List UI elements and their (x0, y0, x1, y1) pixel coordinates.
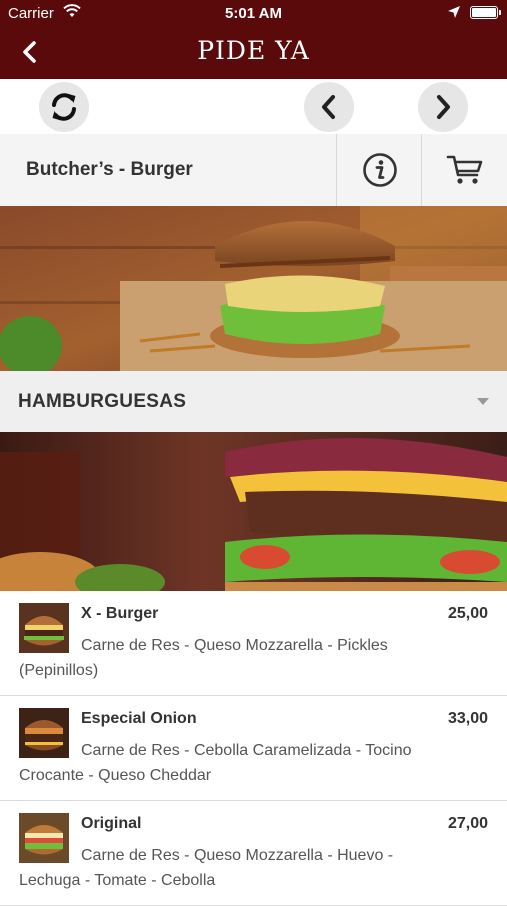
cart-icon (446, 155, 483, 184)
top-bar: Carrier 5:01 AM PIDE YA (0, 0, 507, 79)
location-arrow-icon (448, 6, 460, 18)
menu-item-description: Carne de Res - Queso Mozzarella - Pickle… (19, 637, 388, 679)
chevron-right-icon (437, 95, 450, 119)
menu-item-price: 33,00 (447, 710, 488, 727)
menu-item-price: 27,00 (447, 815, 488, 832)
menu-item[interactable]: X - Burger 25,00 Carne de Res - Queso Mo… (0, 591, 507, 696)
cart-button[interactable] (421, 134, 507, 206)
previous-button[interactable] (304, 82, 354, 132)
refresh-button[interactable] (39, 82, 89, 132)
caret-down-icon (477, 398, 489, 405)
menu-item[interactable]: Especial Onion 33,00 Carne de Res - Cebo… (0, 696, 507, 801)
next-button[interactable] (418, 82, 468, 132)
menu-item-description: Carne de Res - Queso Mozzarella - Huevo … (19, 847, 394, 889)
menu-item-list: X - Burger 25,00 Carne de Res - Queso Mo… (0, 591, 507, 906)
info-icon (362, 153, 397, 187)
menu-item-name: Original (81, 815, 142, 832)
battery-icon (470, 6, 501, 19)
category-banner-image (0, 432, 507, 591)
status-bar: Carrier 5:01 AM (0, 0, 507, 26)
menu-item-description: Carne de Res - Cebolla Caramelizada - To… (19, 742, 412, 784)
restaurant-name: Butcher’s - Burger (26, 159, 193, 180)
restaurant-header: Butcher’s - Burger (0, 134, 507, 207)
restaurant-banner-image (0, 206, 507, 371)
chevron-left-icon (322, 95, 335, 119)
refresh-icon (52, 93, 76, 121)
category-label: HAMBURGUESAS (18, 391, 187, 412)
toolbar (0, 79, 507, 135)
menu-item-price: 25,00 (447, 605, 488, 622)
page-title: PIDE YA (197, 36, 310, 65)
menu-item[interactable]: Original 27,00 Carne de Res - Queso Mozz… (0, 801, 507, 906)
category-dropdown[interactable]: HAMBURGUESAS (0, 371, 507, 432)
menu-item-name: X - Burger (81, 605, 159, 622)
menu-item-name: Especial Onion (81, 710, 197, 727)
status-time: 5:01 AM (225, 5, 282, 22)
info-button[interactable] (336, 134, 422, 206)
